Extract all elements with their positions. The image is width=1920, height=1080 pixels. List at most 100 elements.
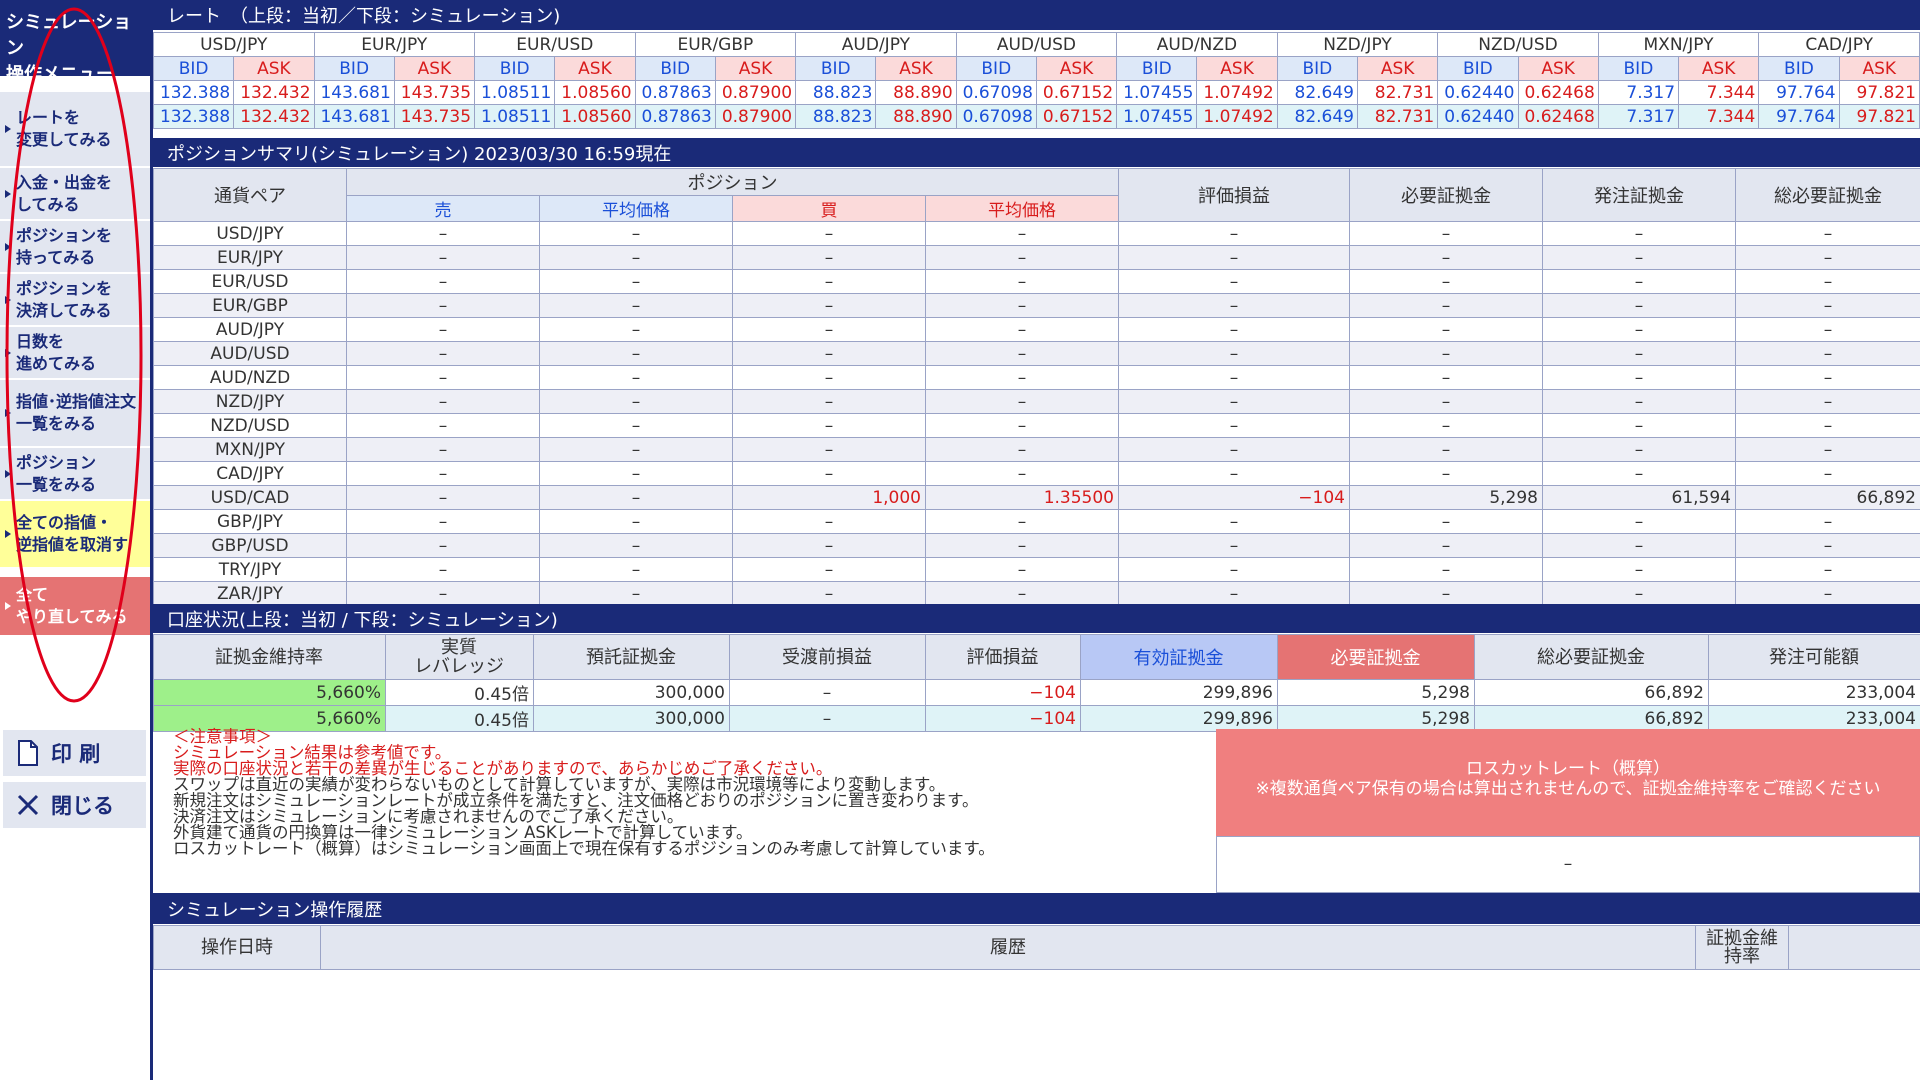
account-col-header: 発注可能額 — [1708, 634, 1920, 680]
rate-bid-sim[interactable]: 143.681 — [313, 104, 395, 129]
menu-item-label: 変更してみる — [16, 130, 112, 149]
position-cell: – — [539, 269, 733, 294]
position-cell: – — [1542, 389, 1736, 414]
rate-bid-initial: 7.317 — [1597, 80, 1680, 105]
col-header-datetime: 操作日時 — [153, 925, 321, 970]
position-cell: – — [346, 557, 540, 582]
menu-item-4[interactable]: ポジションを 決済してみる — [0, 274, 150, 327]
position-cell: – — [346, 293, 540, 318]
close-button[interactable]: 閉じる — [3, 782, 146, 828]
position-cell: – — [925, 221, 1119, 246]
account-cell: 66,892 — [1474, 679, 1709, 706]
rate-ask-initial: 7.344 — [1678, 80, 1760, 105]
position-pair: USD/CAD — [153, 485, 347, 510]
position-row: NZD/JPY – – – – – – – – — [153, 389, 1920, 414]
rate-ask-initial: 143.735 — [393, 80, 476, 105]
ask-label: ASK — [1517, 56, 1599, 81]
position-cell: – — [1542, 293, 1736, 318]
menu-item-2[interactable]: 入金・出金を してみる — [0, 168, 150, 221]
rate-ask-sim[interactable]: 82.731 — [1356, 104, 1439, 129]
bid-label: BID — [634, 56, 716, 81]
rate-pair-nzd-jpy: NZD/JPY — [1276, 32, 1439, 57]
position-cell: – — [925, 437, 1119, 462]
rate-bid-sim[interactable]: 0.67098 — [955, 104, 1037, 129]
bid-label: BID — [1276, 56, 1358, 81]
rate-bid-sim[interactable]: 0.62440 — [1437, 104, 1519, 129]
rate-bid-initial: 1.07455 — [1116, 80, 1198, 105]
print-button[interactable]: 印 刷 — [3, 730, 146, 776]
triangle-icon — [5, 295, 11, 304]
account-col-header-text: 必要証拠金 — [1330, 648, 1421, 669]
rate-bid-initial: 88.823 — [795, 80, 877, 105]
rate-bid-sim[interactable]: 82.649 — [1276, 104, 1358, 129]
rate-ask-sim[interactable]: 0.62468 — [1517, 104, 1599, 129]
rate-bid-sim[interactable]: 88.823 — [795, 104, 877, 129]
rate-bid-sim[interactable]: 1.08511 — [474, 104, 556, 129]
position-row: ZAR/JPY – – – – – – – – — [153, 581, 1920, 606]
menu-item-5[interactable]: 日数を 進めてみる — [0, 327, 150, 380]
account-col-header: 必要証拠金 — [1277, 634, 1475, 680]
position-cell: – — [1349, 269, 1543, 294]
account-col-header-text: 評価損益 — [966, 646, 1039, 668]
rate-bid-sim[interactable]: 1.07455 — [1116, 104, 1198, 129]
position-cell: – — [1349, 557, 1543, 582]
position-cell: – — [1542, 509, 1736, 534]
rate-ask-sim[interactable]: 1.08560 — [554, 104, 636, 129]
rate-ask-initial: 132.432 — [233, 80, 315, 105]
account-col-header-text: 有効証拠金 — [1133, 648, 1224, 669]
position-cell: – — [925, 317, 1119, 342]
rate-bid-initial: 0.87863 — [634, 80, 716, 105]
rate-ask-sim[interactable]: 88.890 — [875, 104, 957, 129]
position-pair: AUD/USD — [153, 341, 347, 366]
position-row: USD/JPY – – – – – – – – — [153, 221, 1920, 246]
position-cell: – — [346, 581, 540, 606]
position-cell: – — [539, 245, 733, 270]
position-cell: – — [346, 413, 540, 438]
menu-item-3[interactable]: ポジションを 持ってみる — [0, 221, 150, 274]
rate-ask-sim[interactable]: 143.735 — [393, 104, 476, 129]
triangle-icon — [5, 409, 11, 417]
rate-bid-sim[interactable]: 0.87863 — [634, 104, 716, 129]
position-cell: – — [1349, 317, 1543, 342]
position-cell: – — [346, 509, 540, 534]
account-cell: 5,298 — [1277, 679, 1475, 706]
rate-ask-sim[interactable]: 132.432 — [233, 104, 315, 129]
position-cell: – — [539, 365, 733, 390]
rate-ask-sim[interactable]: 97.821 — [1838, 104, 1920, 129]
menu-item-9[interactable]: 全て やり直してみる — [0, 577, 150, 637]
close-icon — [15, 792, 41, 818]
rate-bid-sim[interactable]: 132.388 — [152, 104, 235, 129]
position-cell: – — [1542, 221, 1736, 246]
rate-ask-sim[interactable]: 1.07492 — [1196, 104, 1278, 129]
position-cell: – — [925, 269, 1119, 294]
position-row: GBP/JPY – – – – – – – – — [153, 509, 1920, 534]
bid-label: BID — [1437, 56, 1519, 81]
rate-bid-initial: 143.681 — [313, 80, 395, 105]
position-cell: – — [925, 533, 1119, 558]
rate-bid-sim[interactable]: 7.317 — [1597, 104, 1680, 129]
rate-ask-sim[interactable]: 0.67152 — [1035, 104, 1118, 129]
position-cell: – — [1735, 341, 1920, 366]
position-cell: – — [346, 389, 540, 414]
position-cell: 1,000 — [732, 485, 926, 510]
triangle-icon — [5, 189, 11, 198]
rate-ask-sim[interactable]: 7.344 — [1678, 104, 1760, 129]
account-cell: 5,660% — [153, 679, 386, 706]
menu-item-1[interactable]: レートを 変更してみる — [0, 92, 150, 168]
rate-bid-sim[interactable]: 97.764 — [1758, 104, 1840, 129]
position-cell: – — [1735, 461, 1920, 486]
rate-pair-eur-gbp: EUR/GBP — [634, 32, 797, 57]
position-cell: – — [732, 413, 926, 438]
menu-item-8[interactable]: 全ての指値・ 逆指値を取消す — [0, 501, 150, 569]
account-cell: 66,892 — [1474, 705, 1709, 732]
col-header-ratio-text: 持率 — [1724, 945, 1760, 967]
menu-item-label: 指値･逆指値注文 — [16, 392, 137, 411]
losscut-panel: ロスカットレート（概算） ※複数通貨ペア保有の場合は算出されませんので、証拠金維… — [1216, 729, 1920, 893]
menu-item-6[interactable]: 指値･逆指値注文 一覧をみる — [0, 380, 150, 448]
menu-item-7[interactable]: ポジション 一覧をみる — [0, 448, 150, 501]
position-cell: – — [925, 365, 1119, 390]
position-cell: – — [346, 365, 540, 390]
rate-ask-sim[interactable]: 0.87900 — [714, 104, 797, 129]
position-row: MXN/JPY – – – – – – – – — [153, 437, 1920, 462]
position-cell: – — [1118, 557, 1350, 582]
